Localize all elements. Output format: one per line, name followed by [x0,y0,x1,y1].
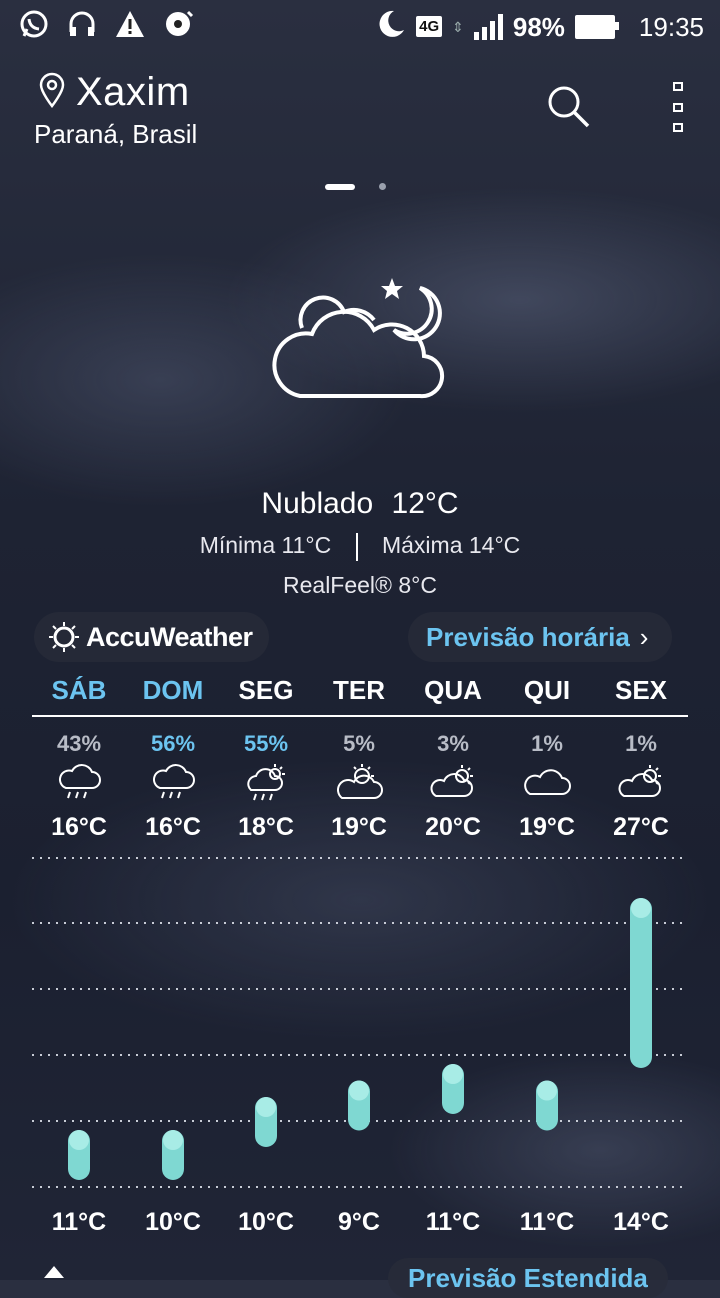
page-indicator[interactable] [325,183,386,190]
day-name: SÁB [51,675,107,705]
network-type: 4G [416,16,443,37]
precip-chance: 56% [150,731,196,756]
precip-chance: 1% [625,731,657,756]
notification-icons [18,8,194,48]
max-temp: 16°C [145,813,201,841]
battery-percent: 98% [512,11,565,42]
temp-range-cap [163,1130,183,1150]
min-temp: 11°C [519,1208,575,1236]
accuweather-logo[interactable]: AccuWeather [34,612,269,662]
overflow-menu-button[interactable] [664,82,692,132]
partly-sunny-icon [406,762,500,804]
moon-icon [374,8,406,45]
temp-range-cap [537,1080,557,1101]
menu-dot [673,123,683,132]
min-temp: 10°C [238,1208,294,1236]
divider [355,532,358,561]
day-name: QUA [424,675,482,705]
search-icon [548,86,590,128]
temperature-range-chart [32,857,688,1188]
max-temp: 16°C [51,813,107,841]
day-name: SEG [238,675,294,705]
headset-icon [66,8,98,48]
media-icon [162,8,194,48]
min-temp: Mínima 11°C [199,532,332,558]
battery-icon [574,14,619,39]
sun-logo-icon [49,622,79,652]
day-name: TER [333,675,385,705]
condition-text: Nublado [261,487,374,520]
day-name: QUI [523,675,571,705]
extended-forecast-button[interactable]: Previsão Estendida [388,1258,668,1298]
temp-range-cap [256,1097,276,1117]
min-temp: 11°C [425,1208,481,1236]
accuweather-text: AccuWeather [86,621,253,652]
chevron-right-icon: › [639,621,649,652]
current-conditions: Nublado 12°C [0,484,720,524]
location-pin-icon [38,72,66,113]
precip-chance: 3% [437,731,469,756]
clock: 19:35 [638,11,704,42]
search-button[interactable] [544,82,594,132]
page-indicator-active [325,183,355,190]
cloud-night-icon [270,268,450,408]
status-bar: 4G ⇕ 98% 19:35 [0,0,720,52]
min-temp: 10°C [145,1208,201,1236]
cloud-icon [500,762,594,804]
region-name: Paraná, Brasil [34,119,198,149]
precip-chance: 5% [343,731,375,756]
max-temp: 18°C [238,813,294,841]
hourly-forecast-label: Previsão horária [426,621,630,652]
day-name: SEX [614,675,668,705]
whatsapp-icon [18,8,50,48]
day-name: DOM [142,675,204,705]
realfeel: RealFeel® 8°C [283,572,437,598]
rain-icon [32,762,126,804]
precip-chance: 1% [531,731,563,756]
temp-range-cap [631,898,651,918]
temp-range-cap [69,1130,89,1150]
data-arrows-icon: ⇕ [452,18,464,35]
min-temp: 11°C [51,1208,107,1236]
sun-rain-icon [219,762,313,804]
signal-icon [473,13,503,40]
partly-cloudy-icon [312,762,406,804]
rain-icon [126,762,220,804]
collapse-up-icon[interactable] [44,1266,64,1278]
max-temp: 19°C [519,813,575,841]
location-header[interactable]: Xaxim [38,68,190,116]
system-status: 4G ⇕ 98% 19:35 [374,8,704,45]
precip-chance: 43% [56,731,102,756]
max-temp: 19°C [331,813,387,841]
temp-range-cap [443,1064,463,1084]
current-temp: 12°C [391,487,459,520]
min-max-temps: Mínima 11°C Máxima 14°C [0,530,720,561]
partly-sunny-icon [594,762,688,804]
temp-range-cap [349,1080,369,1101]
precip-chance: 55% [243,731,289,756]
max-temp: Máxima 14°C [381,532,521,558]
page-indicator-dot [379,183,386,190]
city-name: Xaxim [76,70,190,114]
max-temp: 20°C [425,813,481,841]
min-temp: 14°C [613,1208,669,1236]
menu-dot [673,102,683,112]
max-temp: 27°C [613,813,669,841]
hourly-forecast-button[interactable]: Previsão horária › [408,612,673,662]
warning-icon [114,8,146,48]
menu-dot [673,82,683,91]
min-temp: 9°C [338,1208,380,1236]
temp-range-bar [630,898,652,1068]
